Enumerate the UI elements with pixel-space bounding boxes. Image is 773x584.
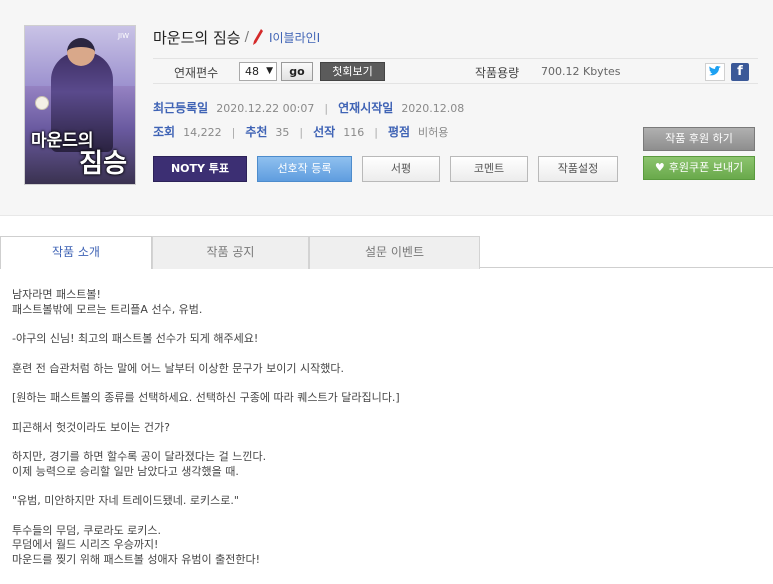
twitter-icon[interactable] <box>705 63 725 81</box>
send-coupon-button[interactable]: ♥ 후원쿠폰 보내기 <box>643 156 755 180</box>
favorite-register-button[interactable]: 선호작 등록 <box>257 156 352 182</box>
intro-paragraph: 훈련 전 습관처럼 하는 말에 어느 날부터 이상한 문구가 보이기 시작했다. <box>12 362 762 377</box>
intro-paragraph: [원하는 패스트볼의 종류를 선택하세요. 선택하신 구종에 따라 퀘스트가 달… <box>12 391 762 406</box>
support-work-button[interactable]: 작품 후원 하기 <box>643 127 755 151</box>
facebook-icon[interactable]: f <box>731 63 749 81</box>
intro-line: [원하는 패스트볼의 종류를 선택하세요. 선택하신 구종에 따라 퀘스트가 달… <box>12 391 400 404</box>
work-settings-button[interactable]: 작품설정 <box>538 156 618 182</box>
stats-row-dates: 최근등록일 2020.12.22 00:07 | 연재시작일 2020.12.08 <box>153 99 464 116</box>
intro-paragraph: 투수들의 무덤, 쿠로라도 로키스. 무덤에서 월드 시리즈 우승까지! 마운드… <box>12 524 762 568</box>
divider: | <box>324 102 329 115</box>
views-label: 조회 <box>153 125 176 139</box>
first-episode-button[interactable]: 첫회보기 <box>320 62 385 81</box>
work-title: 마운드의 짐승 <box>153 28 241 47</box>
intro-line: 훈련 전 습관처럼 하는 말에 어느 날부터 이상한 문구가 보이기 시작했다. <box>12 361 344 375</box>
send-coupon-label: 후원쿠폰 보내기 <box>668 161 744 174</box>
cover-title-line2: 짐승 <box>79 148 127 179</box>
title-row: 마운드의 짐승 / I이블라인I <box>153 27 320 47</box>
tab-introduction[interactable]: 작품 소개 <box>0 236 152 269</box>
intro-line: 투수들의 무덤, 쿠로라도 로키스. <box>12 523 162 537</box>
views-value: 14,222 <box>183 126 222 139</box>
intro-line: 하지만, 경기를 하면 할수록 공이 달라졌다는 걸 느낀다. <box>12 450 267 463</box>
author-link[interactable]: I이블라인I <box>269 29 320 46</box>
noty-vote-button[interactable]: NOTY 투표 <box>153 156 247 182</box>
tab-notice[interactable]: 작품 공지 <box>152 236 309 269</box>
intro-paragraph: 남자라면 패스트볼! 패스트볼밖에 모르는 트리플A 선수, 유범. <box>12 288 762 317</box>
intro-line: 패스트볼밖에 모르는 트리플A 선수, 유범. <box>12 302 203 316</box>
preferred-value: 116 <box>343 126 365 139</box>
intro-line: 무덤에서 월드 시리즈 우승까지! <box>12 538 159 551</box>
intro-paragraph: 피곤해서 헛것이라도 보이는 건가? <box>12 421 762 436</box>
volume-label: 작품용량 <box>475 66 520 80</box>
work-introduction: 남자라면 패스트볼! 패스트볼밖에 모르는 트리플A 선수, 유범. -야구의 … <box>12 288 762 582</box>
intro-line: 마운드를 찢기 위해 패스트볼 성애자 유범이 출전한다! <box>12 552 261 566</box>
cover-logo: JIW <box>117 32 129 40</box>
tab-survey-event[interactable]: 설문 이벤트 <box>309 236 480 269</box>
go-button[interactable]: go <box>281 62 313 81</box>
episodes-label: 연재편수 <box>174 66 219 80</box>
serial-start-value: 2020.12.08 <box>401 102 465 115</box>
intro-line: -야구의 신님! 최고의 패스트볼 선수가 되게 해주세요! <box>12 332 259 345</box>
intro-line: "유범, 미안하지만 자네 트레이드됐네. 로키스로." <box>12 494 239 507</box>
intro-line: 피곤해서 헛것이라도 보이는 건가? <box>12 420 171 434</box>
divider: | <box>374 126 378 139</box>
intro-paragraph: 하지만, 경기를 하면 할수록 공이 달라졌다는 걸 느낀다. 이제 능력으로 … <box>12 450 762 479</box>
volume-value: 700.12 Kbytes <box>541 65 621 78</box>
divider: | <box>231 126 236 139</box>
review-button[interactable]: 서평 <box>362 156 440 182</box>
intro-paragraph: "유범, 미안하지만 자네 트레이드됐네. 로키스로." <box>12 494 762 509</box>
rating-label: 평점 <box>387 125 411 139</box>
serial-start-label: 연재시작일 <box>338 101 394 115</box>
comment-button[interactable]: 코멘트 <box>450 156 528 182</box>
pen-icon <box>252 29 263 45</box>
episode-info-bar: 연재편수 48 ▼ go 첫회보기 작품용량 700.12 Kbytes f <box>153 58 758 84</box>
intro-line: 남자라면 패스트볼! <box>12 288 101 301</box>
tab-bar: 작품 소개 작품 공지 설문 이벤트 <box>0 236 773 269</box>
episode-select-value: 48 <box>245 65 259 78</box>
intro-paragraph: -야구의 신님! 최고의 패스트볼 선수가 되게 해주세요! <box>12 332 762 347</box>
recommend-value: 35 <box>275 126 290 139</box>
divider: | <box>299 126 304 139</box>
chevron-down-icon: ▼ <box>266 66 273 76</box>
last-registered-label: 최근등록일 <box>153 101 209 115</box>
title-separator: / <box>244 29 249 45</box>
cover-title-art: 마운드의 짐승 <box>31 132 131 179</box>
baseball-icon <box>35 96 49 110</box>
heart-icon: ♥ <box>654 161 665 174</box>
stats-row-counts: 조회 14,222 | 추천 35 | 선작 116 | 평점 비허용 <box>153 123 448 140</box>
cover-player-head <box>67 38 95 66</box>
episode-select[interactable]: 48 ▼ <box>239 62 277 81</box>
intro-line: 이제 능력으로 승리할 일만 남았다고 생각했을 때. <box>12 464 239 478</box>
rating-value: 비허용 <box>418 126 449 139</box>
last-registered-value: 2020.12.22 00:07 <box>216 102 315 115</box>
cover-image[interactable]: JIW 마운드의 짐승 <box>24 25 136 185</box>
preferred-label: 선작 <box>313 125 336 139</box>
recommend-label: 추천 <box>245 125 268 139</box>
